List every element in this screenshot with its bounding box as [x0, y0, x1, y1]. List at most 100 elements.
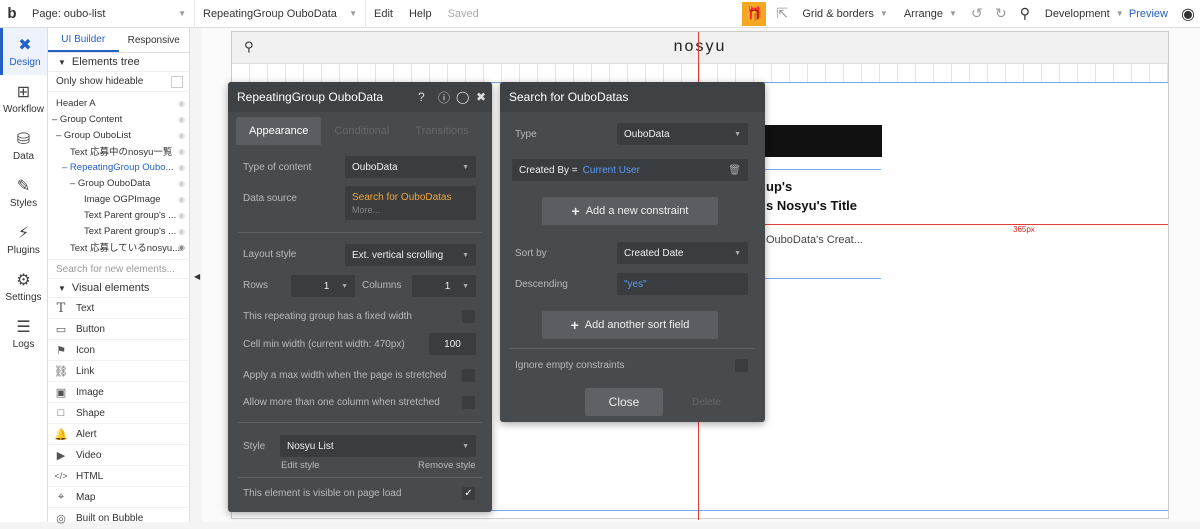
plugins-icon: ⚡ — [17, 225, 30, 242]
eye-icon[interactable]: ◉ — [178, 227, 185, 236]
nav-settings[interactable]: ⚙ Settings — [0, 263, 47, 310]
dimension-guide — [698, 224, 1168, 225]
add-sort-field-button[interactable]: + Add another sort field — [542, 311, 718, 339]
max-width-checkbox[interactable] — [462, 369, 475, 382]
bubble-logo[interactable]: b — [0, 0, 24, 28]
eye-icon[interactable]: ◉ — [178, 163, 185, 172]
pointer-icon[interactable]: ⇱ — [770, 0, 794, 28]
element-button[interactable]: ▭ Button — [48, 319, 189, 340]
cell-min-width-input[interactable]: 100 — [429, 333, 476, 355]
undo-icon[interactable]: ↺ — [965, 0, 989, 28]
help-icon[interactable]: ? — [418, 90, 425, 104]
info-icon[interactable]: ⓘ — [438, 89, 450, 106]
eye-icon[interactable]: ◉ — [178, 115, 185, 124]
only-hideable-checkbox[interactable] — [171, 75, 183, 88]
gift-icon[interactable]: 🎁 — [742, 1, 767, 26]
style-select[interactable]: Nosyu List ▼ — [280, 435, 476, 457]
more-link[interactable]: More... — [352, 205, 380, 215]
only-hideable-toggle[interactable]: Only show hideable — [48, 72, 189, 92]
element-text[interactable]: T Text — [48, 298, 189, 319]
eye-icon[interactable]: ◉ — [178, 179, 185, 188]
edit-style-link[interactable]: Edit style — [281, 460, 320, 471]
type-of-content-label: Type of content — [243, 162, 312, 173]
environment-select[interactable]: Development ▼ — [1037, 0, 1124, 28]
nav-plugins[interactable]: ⚡ Plugins — [0, 216, 47, 263]
tree-item[interactable]: – Group Content ◉ — [48, 111, 189, 127]
close-icon[interactable]: ✖ — [476, 90, 486, 104]
preview-link[interactable]: Preview — [1121, 0, 1176, 28]
element-map[interactable]: ⌖ Map — [48, 487, 189, 508]
element-image[interactable]: ▣ Image — [48, 382, 189, 403]
constraint-value[interactable]: Current User — [583, 165, 640, 176]
delete-button[interactable]: Delete — [692, 397, 721, 408]
visible-on-load-checkbox[interactable]: ✓ — [462, 487, 475, 500]
tab-ui-builder[interactable]: UI Builder — [48, 28, 119, 52]
trash-icon[interactable]: 🗑 — [728, 165, 741, 176]
element-alert[interactable]: 🔔 Alert — [48, 424, 189, 445]
grid-borders-menu[interactable]: Grid & borders ▼ — [794, 0, 895, 28]
fixed-width-checkbox[interactable] — [462, 310, 475, 323]
eye-icon[interactable]: ◉ — [178, 131, 185, 140]
arrange-menu[interactable]: Arrange ▼ — [896, 0, 965, 28]
element-video[interactable]: ▶ Video — [48, 445, 189, 466]
tab-appearance[interactable]: Appearance — [236, 117, 322, 145]
eye-icon[interactable]: ◉ — [178, 211, 185, 220]
help-menu[interactable]: Help — [401, 0, 440, 28]
tree-item[interactable]: Text Parent group's ... ◉ — [48, 223, 189, 239]
add-sort-field-label: Add another sort field — [584, 319, 690, 331]
tree-item[interactable]: Text Parent group's ... ◉ — [48, 207, 189, 223]
search-editor-header[interactable]: Search for OuboDatas — [500, 82, 765, 112]
type-of-content-select[interactable]: OuboData ▼ — [345, 156, 476, 178]
redo-icon[interactable]: ↻ — [989, 0, 1013, 28]
element-select[interactable]: RepeatingGroup OuboData ▼ — [195, 0, 365, 28]
close-button[interactable]: Close — [585, 388, 663, 416]
tree-item[interactable]: Text 応募しているnosyu... ◉ — [48, 239, 189, 255]
element-link[interactable]: ⛓ Link — [48, 361, 189, 382]
visual-elements-header[interactable]: ▼ Visual elements — [48, 279, 189, 298]
ignore-empty-checkbox[interactable] — [735, 359, 748, 372]
edit-menu[interactable]: Edit — [366, 0, 401, 28]
tab-responsive[interactable]: Responsive — [119, 28, 190, 52]
sort-by-select[interactable]: Created Date ▼ — [617, 242, 748, 264]
remove-style-link[interactable]: Remove style — [418, 460, 476, 471]
eye-icon[interactable]: ◉ — [178, 243, 185, 252]
constraint-row[interactable]: Created By = Current User 🗑 — [512, 159, 748, 181]
data-source-field[interactable]: Search for OuboDatas More... — [345, 186, 476, 220]
account-icon[interactable]: ◉ — [1176, 0, 1200, 28]
add-constraint-button[interactable]: + Add a new constraint — [542, 197, 718, 225]
element-html[interactable]: </> HTML — [48, 466, 189, 487]
element-shape[interactable]: □ Shape — [48, 403, 189, 424]
tab-conditional[interactable]: Conditional — [321, 117, 402, 145]
eye-icon[interactable]: ◉ — [178, 195, 185, 204]
layout-style-select[interactable]: Ext. vertical scrolling ▼ — [345, 244, 476, 266]
collapse-panel-icon[interactable]: ◀ — [194, 272, 200, 281]
page-select[interactable]: Page: oubo-list ▼ — [24, 0, 194, 28]
comment-icon[interactable]: ◯ — [456, 90, 469, 104]
type-select[interactable]: OuboData ▼ — [617, 123, 748, 145]
property-editor-header[interactable]: RepeatingGroup OuboData ? ⓘ ◯ ✖ — [228, 82, 492, 112]
descending-field[interactable]: "yes" — [617, 273, 748, 295]
search-icon[interactable]: ⚲ — [1013, 0, 1037, 28]
tree-item[interactable]: Header A ◉ — [48, 95, 189, 111]
nav-styles[interactable]: ✎ Styles — [0, 169, 47, 216]
tree-item[interactable]: – Group OuboData ◉ — [48, 175, 189, 191]
tree-item[interactable]: – Group OuboList ◉ — [48, 127, 189, 143]
tree-item[interactable]: Text 応募中のnosyu一覧 ◉ — [48, 143, 189, 159]
tab-transitions[interactable]: Transitions — [402, 117, 481, 145]
tree-item-selected[interactable]: – RepeatingGroup Oubo... ◉ — [48, 159, 189, 175]
rows-select[interactable]: 1 ▼ — [291, 275, 355, 297]
nav-logs[interactable]: ☰ Logs — [0, 310, 47, 357]
data-source-expression[interactable]: Search for OuboDatas — [352, 192, 452, 203]
columns-select[interactable]: 1 ▼ — [412, 275, 476, 297]
nav-design[interactable]: ✖ Design — [0, 28, 47, 75]
element-built-on-bubble[interactable]: ◎ Built on Bubble — [48, 508, 189, 529]
eye-icon[interactable]: ◉ — [178, 147, 185, 156]
elements-tree-header[interactable]: ▼ Elements tree — [48, 53, 189, 72]
element-icon[interactable]: ⚑ Icon — [48, 340, 189, 361]
nav-data[interactable]: ⛁ Data — [0, 122, 47, 169]
nav-workflow[interactable]: ⊞ Workflow — [0, 75, 47, 122]
tree-item[interactable]: Image OGPImage ◉ — [48, 191, 189, 207]
search-elements-input[interactable]: Search for new elements... — [48, 259, 189, 279]
more-columns-checkbox[interactable] — [462, 396, 475, 409]
eye-icon[interactable]: ◉ — [178, 99, 185, 108]
